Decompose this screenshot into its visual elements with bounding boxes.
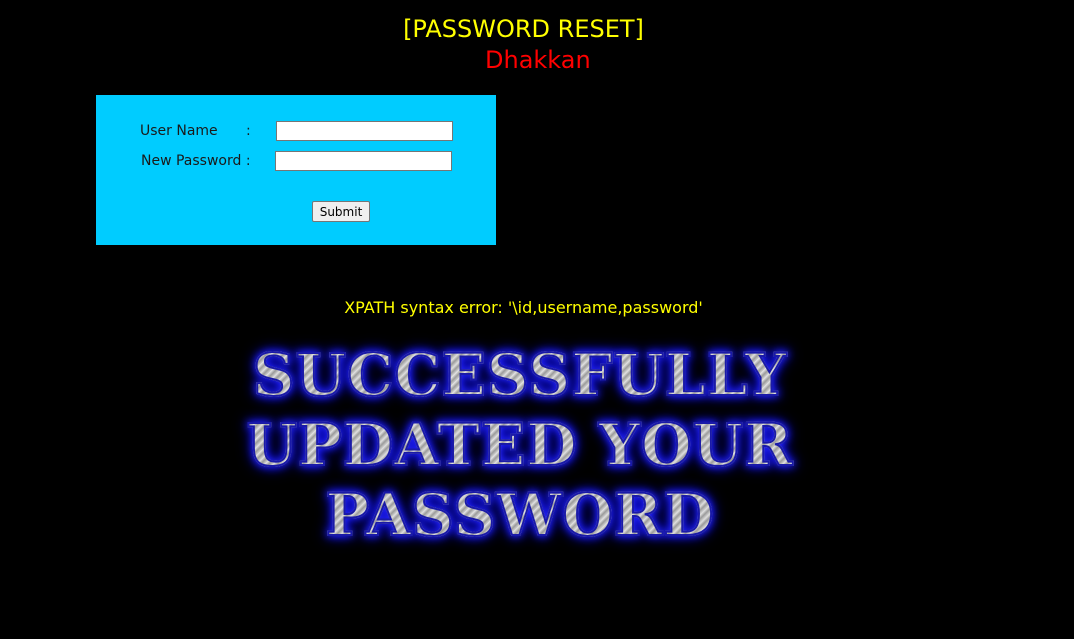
- new-password-input[interactable]: [275, 151, 452, 171]
- error-message: XPATH syntax error: '\id,username,passwo…: [344, 298, 703, 317]
- page-subtitle: Dhakkan: [485, 46, 591, 74]
- password-reset-form: User Name : New Password : Submit: [96, 95, 496, 245]
- username-colon: :: [246, 123, 251, 139]
- page-title: [PASSWORD RESET]: [403, 15, 644, 43]
- username-label: User Name: [140, 123, 218, 139]
- submit-button[interactable]: Submit: [312, 201, 370, 222]
- success-banner-line-3: PASSWORD: [200, 480, 840, 550]
- success-banner-line-2: UPDATED YOUR: [200, 410, 840, 480]
- username-input[interactable]: [276, 121, 453, 141]
- new-password-label: New Password :: [141, 153, 251, 169]
- success-banner-line-1: SUCCESSFULLY: [200, 340, 840, 410]
- success-banner: SUCCESSFULLY UPDATED YOUR PASSWORD: [200, 340, 840, 550]
- page: [PASSWORD RESET] Dhakkan User Name : New…: [0, 0, 1074, 639]
